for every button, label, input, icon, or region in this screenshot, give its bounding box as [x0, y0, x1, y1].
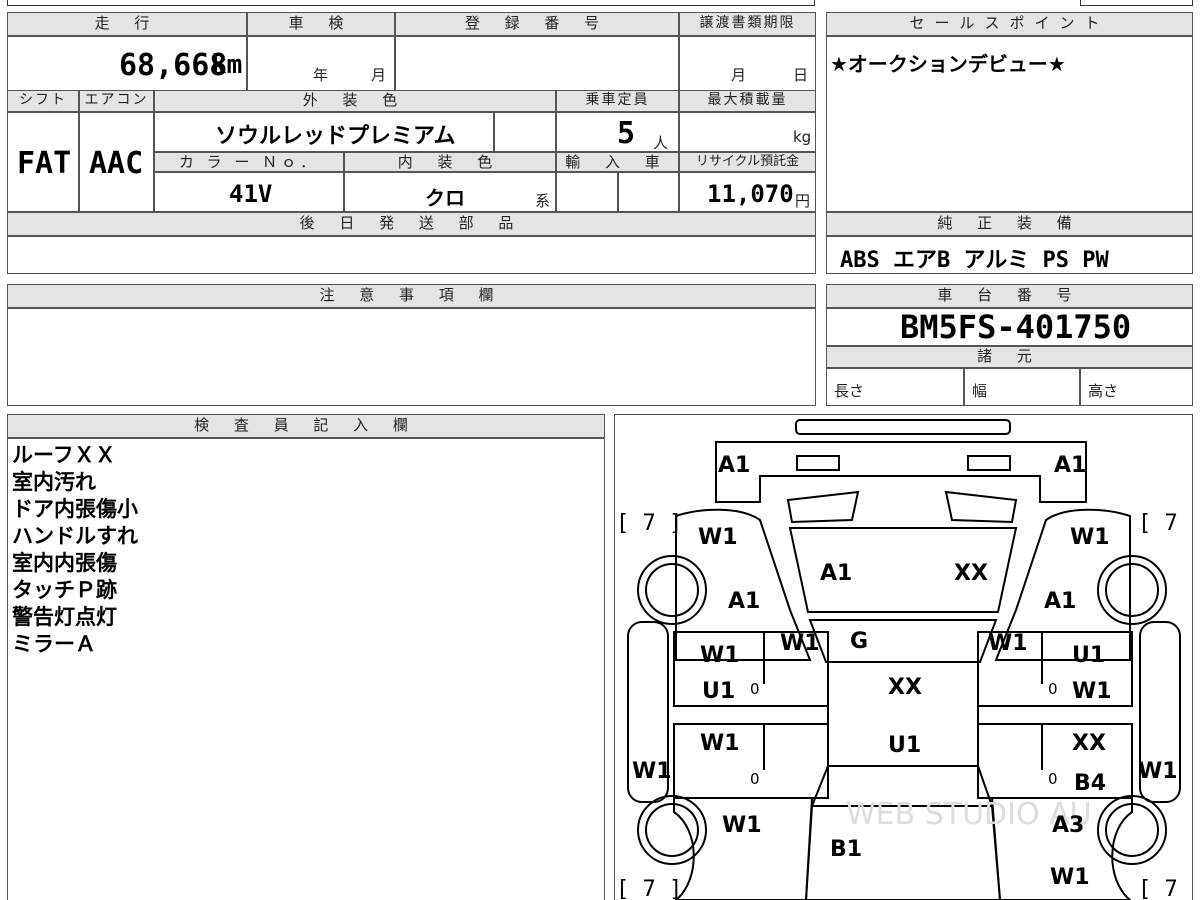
- interior-color-header: 内 装 色: [344, 152, 556, 172]
- top-strip: [7, 0, 815, 6]
- shift-header: シフト: [7, 90, 79, 112]
- capacity-header: 乗車定員: [556, 90, 679, 112]
- interior-color-value: クロ: [425, 186, 465, 210]
- code-sill-r: W1: [1138, 759, 1178, 784]
- later-parts-cell: [7, 236, 816, 274]
- inspector-note: ルーフＸＸ: [12, 443, 116, 467]
- tire-rl-label: [ 7 ]: [616, 877, 682, 900]
- shift-value: FAT: [17, 146, 72, 181]
- color-no-value: 41V: [229, 180, 273, 208]
- chassis-no-header: 車 台 番 号: [826, 284, 1193, 308]
- exterior-color-value: ソウルレッドプレミアム: [215, 124, 456, 149]
- code-pillar-l: W1: [780, 631, 820, 656]
- specs-header: 諸 元: [826, 346, 1193, 368]
- code-hood-left: A1: [820, 561, 852, 586]
- deadline-day-unit: 日: [793, 66, 809, 84]
- mark-rr: 0: [1048, 770, 1058, 788]
- code-windshield: G: [850, 629, 868, 654]
- notes-header: 注 意 事 項 欄: [7, 284, 816, 308]
- code-quarter-rl: W1: [722, 813, 762, 838]
- spec-length-label: 長さ: [834, 382, 865, 400]
- tire-fl-label: [ 7 ]: [616, 511, 682, 536]
- interior-color-suffix: 系: [535, 192, 551, 210]
- car-damage-diagram: WEB STUDIO AU A1 A1 [ 7 ] [ 7 ] [ 7 ] [ …: [616, 419, 1193, 900]
- code-roof: XX: [888, 675, 922, 700]
- inspector-note: 室内汚れ: [12, 470, 96, 494]
- tire-rr-label: [ 7 ]: [1138, 877, 1193, 900]
- code-hood-right: XX: [954, 561, 988, 586]
- vehicle-info-table: 走 行 車 検 登 録 番 号 譲渡書類期限 68,668 km 年 月 月 日…: [7, 12, 816, 212]
- genuine-equipment-value: ABS エアB アルミ PS PW: [840, 248, 1109, 273]
- code-door-rr-b: B4: [1074, 771, 1106, 796]
- exterior-color-blank: [494, 112, 556, 152]
- code-fender-fl-lower: A1: [728, 589, 760, 614]
- sales-point-text: ★オークションデビュー★: [830, 52, 1066, 76]
- code-quarter-rr: A3: [1052, 813, 1084, 838]
- inspector-note: ドア内張傷小: [12, 497, 138, 521]
- code-pillar-r: W1: [988, 631, 1028, 656]
- deadline-month-unit: 月: [731, 66, 747, 84]
- max-load-unit: kg: [793, 128, 812, 146]
- code-trunk: B1: [830, 837, 862, 862]
- code-fender-fr-lower: A1: [1044, 589, 1076, 614]
- code-rear-r: W1: [1050, 865, 1090, 890]
- registration-header: 登 録 番 号: [395, 12, 679, 36]
- inspection-header: 車 検: [247, 12, 395, 36]
- inspection-year-unit: 年: [313, 66, 329, 84]
- mark-fr: 0: [1048, 680, 1058, 698]
- top-strip-right: [1080, 0, 1193, 6]
- transfer-deadline-header: 譲渡書類期限: [679, 12, 816, 36]
- code-door-fr-w: W1: [1072, 679, 1112, 704]
- inspector-note: タッチＰ跡: [12, 578, 117, 602]
- code-front-right: A1: [1054, 453, 1086, 478]
- import-cell-1: [556, 172, 618, 212]
- code-fender-fl: W1: [698, 525, 738, 550]
- capacity-unit: 人: [653, 134, 669, 152]
- sales-point-header: セールスポイント: [826, 12, 1193, 36]
- registration-cell: [395, 36, 679, 98]
- code-door-fl-w: W1: [700, 643, 740, 668]
- spec-height-label: 高さ: [1088, 382, 1119, 400]
- recycle-unit: 円: [795, 192, 811, 210]
- mark-fl: 0: [750, 680, 760, 698]
- max-load-header: 最大積載量: [679, 90, 816, 112]
- code-door-fr-u: U1: [1072, 643, 1105, 668]
- code-sill-l: W1: [632, 759, 672, 784]
- capacity-value: 5: [617, 116, 636, 151]
- notes-cell: [7, 308, 816, 406]
- inspector-header: 検 査 員 記 入 欄: [7, 414, 605, 438]
- code-roof-lower: U1: [888, 733, 921, 758]
- inspector-notes-list: ルーフＸＸ 室内汚れ ドア内張傷小 ハンドルすれ 室内内張傷 タッチＰ跡 警告灯…: [12, 442, 138, 658]
- recycle-header: リサイクル預託金: [679, 152, 816, 172]
- chassis-no-value: BM5FS-401750: [900, 308, 1132, 346]
- inspector-note: ハンドルすれ: [12, 524, 138, 548]
- aircon-value: AAC: [89, 146, 144, 181]
- inspector-note: 警告灯点灯: [12, 605, 117, 629]
- later-parts-header: 後 日 発 送 部 品: [7, 212, 816, 236]
- import-cell-2: [618, 172, 679, 212]
- mark-rl: 0: [750, 770, 760, 788]
- tire-fr-label: [ 7 ]: [1138, 511, 1193, 536]
- genuine-equipment-header: 純 正 装 備: [826, 212, 1193, 236]
- code-door-rr-xx: XX: [1072, 731, 1106, 756]
- code-door-fl-u: U1: [702, 679, 735, 704]
- import-header: 輸 入 車: [556, 152, 679, 172]
- code-fender-fr: W1: [1070, 525, 1110, 550]
- mileage-unit: km: [211, 50, 243, 80]
- code-door-rl-w: W1: [700, 731, 740, 756]
- inspection-month-unit: 月: [371, 66, 387, 84]
- recycle-value: 11,070: [707, 180, 794, 208]
- color-no-header: カ ラ ー Ｎｏ．: [154, 152, 344, 172]
- code-front-left: A1: [718, 453, 750, 478]
- inspector-note: 室内内張傷: [12, 551, 117, 575]
- inspector-note: ミラーＡ: [12, 632, 96, 656]
- aircon-header: エアコン: [79, 90, 154, 112]
- mileage-header: 走 行: [7, 12, 247, 36]
- exterior-color-header: 外 装 色: [154, 90, 556, 112]
- spec-width-label: 幅: [972, 382, 988, 400]
